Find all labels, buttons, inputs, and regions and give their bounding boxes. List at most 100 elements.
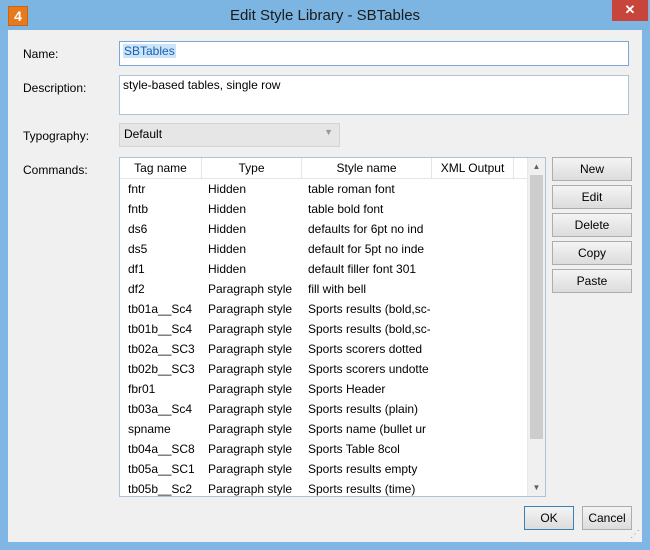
- table-row[interactable]: fntr Hidden table roman font: [120, 179, 530, 199]
- scroll-down-icon[interactable]: ▼: [528, 479, 545, 496]
- cell-tag-name: tb01a__Sc4: [128, 302, 193, 316]
- table-row[interactable]: fbr01 Paragraph style Sports Header: [120, 379, 530, 399]
- resize-grip-icon[interactable]: ⋰: [630, 529, 640, 540]
- edit-button[interactable]: Edit: [552, 185, 632, 209]
- cell-style-name: Sports results (bold,sc-: [308, 302, 430, 316]
- column-header-type[interactable]: Type: [202, 158, 302, 178]
- cell-type: Paragraph style: [208, 282, 293, 296]
- column-header-xml-output[interactable]: XML Output: [432, 158, 514, 178]
- cell-xml-output: [430, 259, 512, 279]
- description-label: Description:: [23, 81, 87, 95]
- cell-tag-name: tb04a__SC8: [128, 442, 195, 456]
- cell-style-name: Sports results (plain): [308, 402, 419, 416]
- cell-type: Paragraph style: [208, 302, 293, 316]
- window-title: Edit Style Library - SBTables: [229, 7, 421, 24]
- ok-button[interactable]: OK: [524, 506, 574, 530]
- cell-type: Paragraph style: [208, 482, 293, 496]
- new-button[interactable]: New: [552, 157, 632, 181]
- name-field[interactable]: SBTables: [119, 41, 629, 66]
- cell-style-name: Sports Header: [308, 382, 386, 396]
- copy-button[interactable]: Copy: [552, 241, 632, 265]
- cell-xml-output: [430, 319, 512, 339]
- table-row[interactable]: tb01a__Sc4 Paragraph style Sports results …: [120, 299, 530, 319]
- table-row[interactable]: df2 Paragraph style fill with bell: [120, 279, 530, 299]
- cell-style-name: table bold font: [308, 202, 384, 216]
- cell-xml-output: [430, 459, 512, 479]
- cell-tag-name: tb02a__SC3: [128, 342, 195, 356]
- cell-type: Paragraph style: [208, 402, 293, 416]
- cell-tag-name: tb05a__SC1: [128, 462, 195, 476]
- cell-xml-output: [430, 359, 512, 379]
- cell-type: Hidden: [208, 222, 247, 236]
- title-bar[interactable]: 4 Edit Style Library - SBTables ✕: [0, 0, 650, 30]
- table-row[interactable]: df1 Hidden default filler font 301: [120, 259, 530, 279]
- cell-xml-output: [430, 199, 512, 219]
- close-icon[interactable]: ✕: [612, 0, 648, 21]
- cell-type: Paragraph style: [208, 462, 293, 476]
- cell-type: Paragraph style: [208, 322, 293, 336]
- cancel-button[interactable]: Cancel: [582, 506, 632, 530]
- cell-tag-name: fbr01: [128, 382, 156, 396]
- cell-tag-name: spname: [128, 422, 171, 436]
- delete-button[interactable]: Delete: [552, 213, 632, 237]
- cell-type: Paragraph style: [208, 442, 293, 456]
- table-row[interactable]: spname Paragraph style Sports name (bullet…: [120, 419, 530, 439]
- cell-xml-output: [430, 379, 512, 399]
- name-label: Name:: [23, 47, 59, 61]
- table-row[interactable]: tb04a__SC8 Paragraph style Sports Table 8c…: [120, 439, 530, 459]
- typography-value: Default: [124, 127, 163, 141]
- commands-label: Commands:: [23, 163, 88, 177]
- table-row[interactable]: tb02a__SC3 Paragraph style Sports scorers …: [120, 339, 530, 359]
- cell-xml-output: [430, 479, 512, 496]
- table-row[interactable]: tb01b__Sc4 Paragraph style Sports results …: [120, 319, 530, 339]
- paste-button[interactable]: Paste: [552, 269, 632, 293]
- typography-label: Typography:: [23, 129, 90, 143]
- cell-xml-output: [430, 219, 512, 239]
- cell-tag-name: tb01b__Sc4: [128, 322, 193, 336]
- table-body: fntr Hidden table roman font fntb Hidden tabl…: [120, 179, 530, 496]
- cell-xml-output: [430, 339, 512, 359]
- column-header-tag-name[interactable]: Tag name: [120, 158, 202, 178]
- cell-style-name: table roman font: [308, 182, 395, 196]
- dialog-window: 4 Edit Style Library - SBTables ✕ Name: …: [0, 0, 650, 550]
- cell-xml-output: [430, 419, 512, 439]
- cell-tag-name: df2: [128, 282, 145, 296]
- cell-type: Hidden: [208, 202, 247, 216]
- cell-tag-name: fntb: [128, 202, 149, 216]
- table-row[interactable]: tb05b__Sc2 Paragraph style Sports results …: [120, 479, 530, 496]
- cell-style-name: Sports scorers undotte: [308, 362, 429, 376]
- cell-style-name: Sports results (bold,sc-: [308, 322, 430, 336]
- cell-style-name: Sports results empty: [308, 462, 418, 476]
- cell-style-name: Sports results (time): [308, 482, 416, 496]
- table-row[interactable]: ds5 Hidden default for 5pt no inde: [120, 239, 530, 259]
- cell-style-name: defaults for 6pt no ind: [308, 222, 424, 236]
- cell-type: Hidden: [208, 242, 247, 256]
- table-header: Tag name Type Style name XML Output: [120, 158, 530, 179]
- table-row[interactable]: tb02b__SC3 Paragraph style Sports scorers …: [120, 359, 530, 379]
- scroll-up-icon[interactable]: ▲: [528, 158, 545, 175]
- scrollbar-thumb[interactable]: [530, 175, 543, 439]
- cell-style-name: fill with bell: [308, 282, 367, 296]
- typography-select[interactable]: Default ▼: [119, 123, 340, 147]
- vertical-scrollbar[interactable]: ▲ ▼: [527, 158, 545, 496]
- cell-tag-name: tb02b__SC3: [128, 362, 195, 376]
- description-field[interactable]: style-based tables, single row: [119, 75, 629, 115]
- table-row[interactable]: tb03a__Sc4 Paragraph style Sports results …: [120, 399, 530, 419]
- cell-xml-output: [430, 279, 512, 299]
- cell-style-name: default for 5pt no inde: [308, 242, 425, 256]
- table-row[interactable]: tb05a__SC1 Paragraph style Sports results …: [120, 459, 530, 479]
- chevron-down-icon: ▼: [324, 127, 333, 137]
- column-header-style-name[interactable]: Style name: [302, 158, 432, 178]
- cell-type: Paragraph style: [208, 382, 293, 396]
- cell-type: Paragraph style: [208, 342, 293, 356]
- cell-tag-name: ds5: [128, 242, 148, 256]
- cell-type: Paragraph style: [208, 422, 293, 436]
- cell-type: Paragraph style: [208, 362, 293, 376]
- cell-xml-output: [430, 399, 512, 419]
- name-value: SBTables: [123, 44, 176, 58]
- table-row[interactable]: fntb Hidden table bold font: [120, 199, 530, 219]
- table-row[interactable]: ds6 Hidden defaults for 6pt no ind: [120, 219, 530, 239]
- commands-table[interactable]: Tag name Type Style name XML Output fntr…: [119, 157, 546, 497]
- cell-tag-name: tb03a__Sc4: [128, 402, 193, 416]
- dialog-body: Name: SBTables Description: style-based …: [8, 30, 642, 542]
